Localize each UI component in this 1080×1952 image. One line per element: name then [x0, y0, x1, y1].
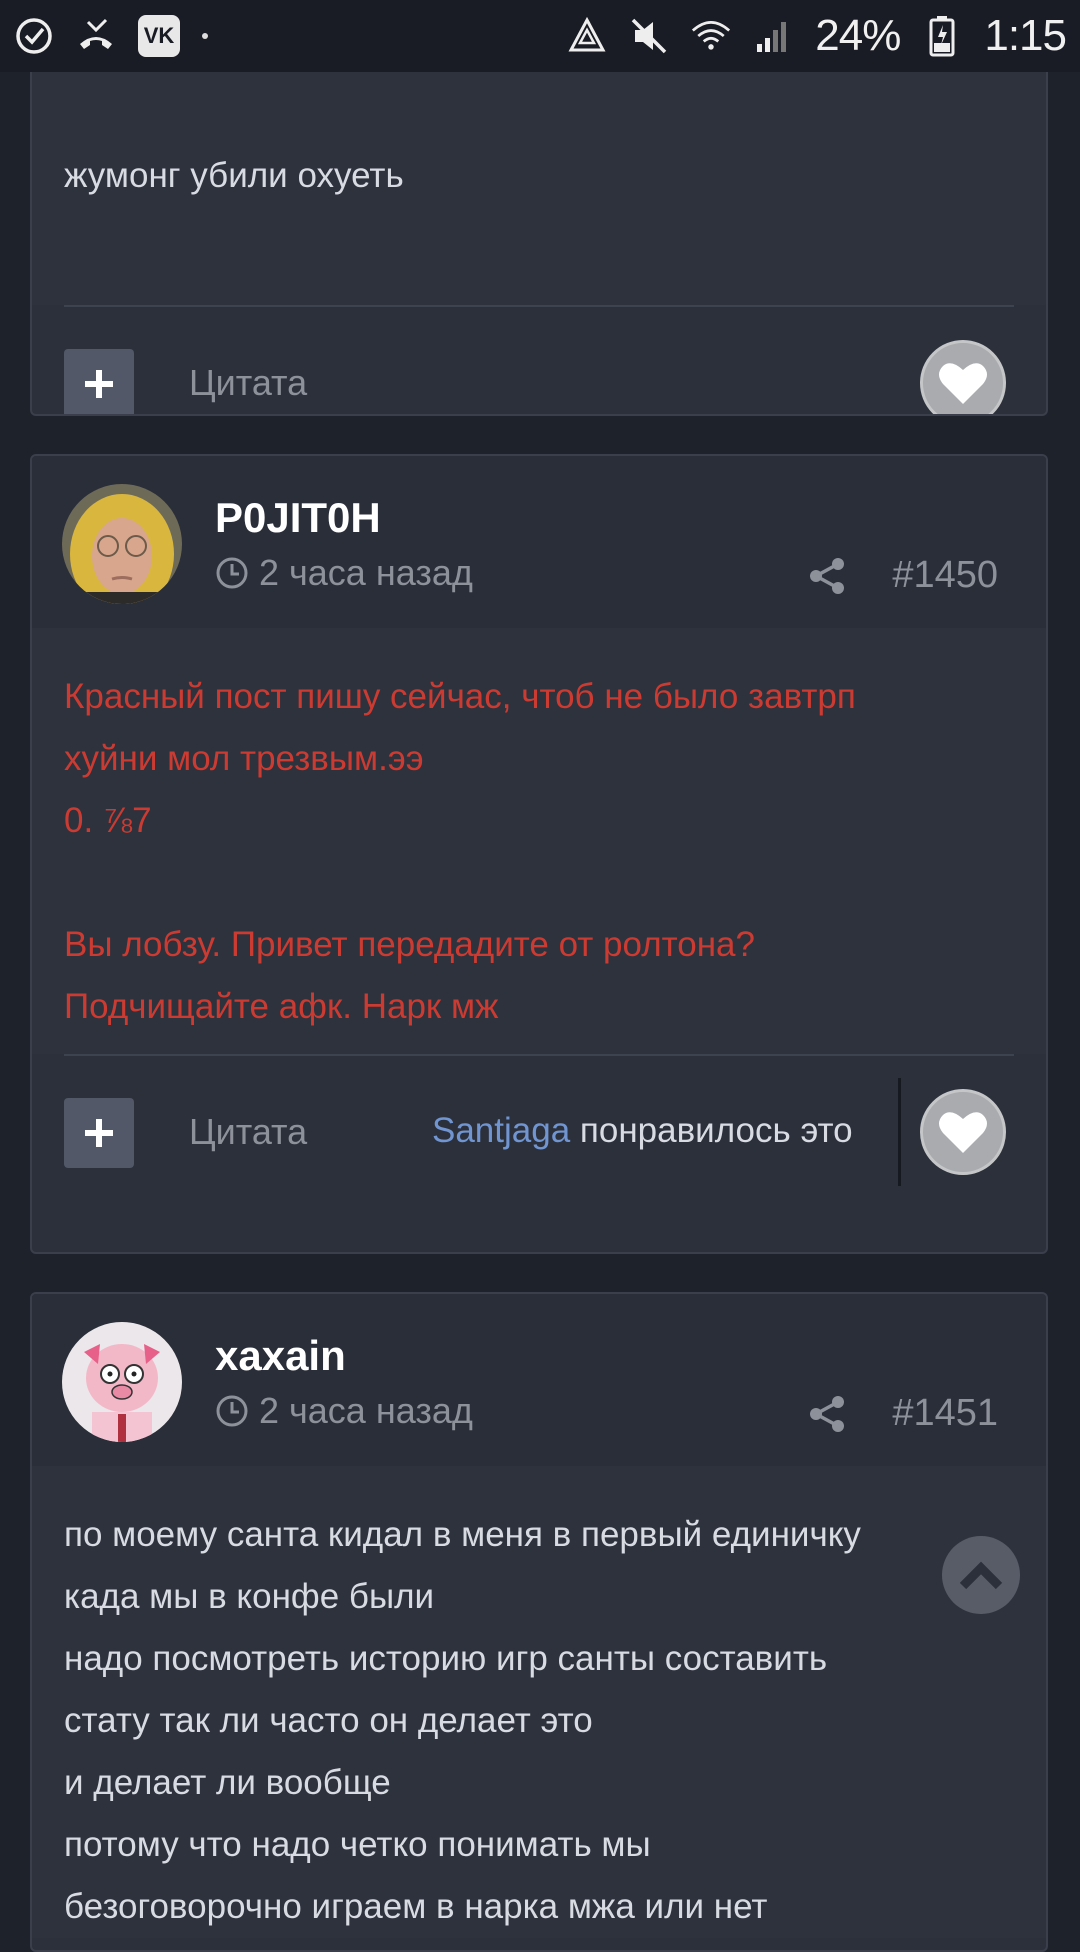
- time-label: 2 часа назад: [259, 552, 473, 593]
- avatar[interactable]: [62, 484, 182, 604]
- chevron-up-icon: [959, 1561, 1003, 1590]
- post-text-line: хуйни мол трезвым.ээ: [64, 739, 424, 778]
- post-text-line: надо посмотреть историю игр санты состав…: [64, 1639, 828, 1678]
- post-body: Красный пост пишу сейчас, чтоб не было з…: [32, 628, 1046, 1054]
- quote-button[interactable]: Цитата: [189, 362, 307, 404]
- recycle-icon: [567, 16, 607, 56]
- post-time: 2 часа назад: [215, 1390, 473, 1432]
- post-text-line: Вы лобзу. Привет передадите от ролтона?: [64, 925, 755, 964]
- likes-summary: Santjaga понравилось это: [432, 1111, 853, 1151]
- post-text-line: Подчищайте афк. Нарк мж: [64, 987, 499, 1026]
- post-text-line: Красный пост пишу сейчас, чтоб не было з…: [64, 677, 856, 716]
- scroll-to-top-button[interactable]: [942, 1536, 1020, 1614]
- like-button[interactable]: [920, 1089, 1006, 1175]
- clock-icon: [216, 557, 248, 589]
- mute-icon: [629, 16, 669, 56]
- liked-text: понравилось это: [570, 1111, 853, 1150]
- liker-link[interactable]: Santjaga: [432, 1111, 570, 1150]
- post-text-line: стату так ли часто он делает это: [64, 1701, 593, 1740]
- post-text-line: 0. ⅞7: [64, 801, 152, 840]
- time-label: 2 часа назад: [259, 1390, 473, 1431]
- heart-icon: [939, 363, 987, 404]
- battery-percent: 24%: [815, 11, 901, 60]
- post-header: P0JIT0H 2 часа назад #1450: [32, 456, 1046, 628]
- quote-button[interactable]: Цитата: [189, 1111, 307, 1153]
- add-button[interactable]: [64, 349, 134, 414]
- post-text-line: безоговорочно играем в нарка мжа или нет: [64, 1887, 768, 1926]
- username[interactable]: xaxain: [215, 1332, 346, 1380]
- share-icon[interactable]: [807, 556, 847, 596]
- post-number[interactable]: #1451: [892, 1392, 998, 1435]
- plus-icon: [85, 370, 113, 398]
- post-card: xaxain 2 часа назад #1451 по моему санта…: [30, 1292, 1048, 1952]
- post-footer: Цитата: [32, 307, 1046, 414]
- post-number[interactable]: #1450: [892, 554, 998, 597]
- status-bar: VK 24% 1:15: [0, 0, 1080, 72]
- avatar[interactable]: [62, 1322, 182, 1442]
- post-body: по моему санта кидал в меня в первый еди…: [32, 1466, 1046, 1938]
- share-icon[interactable]: [807, 1394, 847, 1434]
- post-text-line: жумонг убили охуеть: [64, 156, 404, 195]
- post-card: P0JIT0H 2 часа назад #1450 Красный пост …: [30, 454, 1048, 1254]
- signal-icon: [753, 16, 793, 56]
- plus-icon: [85, 1119, 113, 1147]
- vk-icon: VK: [138, 15, 180, 57]
- divider: [898, 1078, 901, 1186]
- wifi-icon: [691, 16, 731, 56]
- post-footer: Цитата Santjaga понравилось это: [32, 1056, 1046, 1212]
- post-text-line: када мы в конфе были: [64, 1577, 435, 1616]
- username[interactable]: P0JIT0H: [215, 494, 381, 542]
- missed-call-icon: [76, 16, 116, 56]
- add-button[interactable]: [64, 1098, 134, 1168]
- clock-icon: [216, 1395, 248, 1427]
- post-header: xaxain 2 часа назад #1451: [32, 1294, 1046, 1466]
- heart-icon: [939, 1112, 987, 1153]
- clock: 1:15: [984, 11, 1067, 60]
- post-text-line: и делает ли вообще: [64, 1763, 391, 1802]
- battery-icon: [922, 16, 962, 57]
- post-card: жумонг убили охуеть Цитата: [30, 50, 1048, 416]
- like-button[interactable]: [920, 340, 1006, 414]
- post-time: 2 часа назад: [215, 552, 473, 594]
- post-text-line: по моему санта кидал в меня в первый еди…: [64, 1515, 861, 1554]
- post-text-line: потому что надо четко понимать мы: [64, 1825, 651, 1864]
- check-circle-icon: [14, 16, 54, 56]
- dot-icon: [202, 33, 208, 39]
